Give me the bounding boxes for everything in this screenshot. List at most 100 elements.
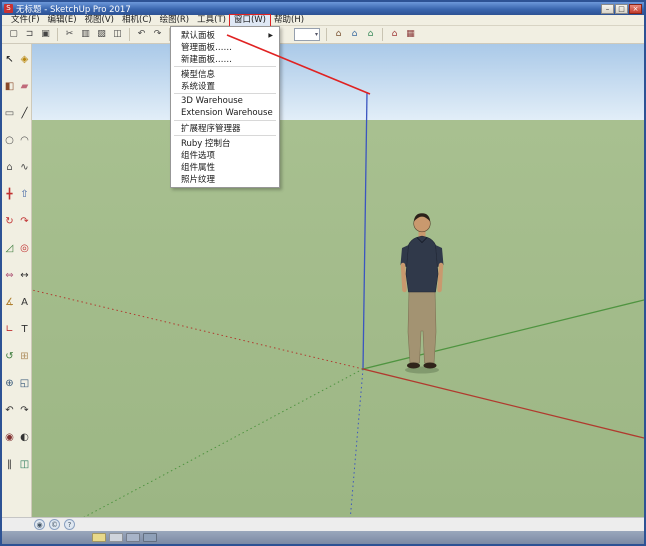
menu-draw[interactable]: 绘图(R) — [156, 15, 194, 26]
tool-section-plane-icon[interactable]: ◫ — [18, 458, 32, 472]
tool-eraser-icon[interactable]: ▰ — [18, 80, 32, 94]
save-icon[interactable]: ▣ — [38, 27, 53, 42]
menu-item-ruby-console[interactable]: Ruby 控制台 — [172, 137, 278, 149]
menu-separator — [174, 66, 276, 67]
tool-palette: ↖◈◧▰▭╱○◠⌂∿╋⇧↻↷◿◎⇔↔∡A∟T↺⊞⊕◱↶↷◉◐‖◫ — [2, 44, 32, 517]
tool-tape-measure-icon[interactable]: ⇔ — [3, 269, 17, 283]
tool-make-component-icon[interactable]: ◈ — [18, 53, 32, 67]
menu-item-label: Extension Warehouse — [181, 108, 273, 118]
menu-item-default-tray[interactable]: 默认面板▶ — [172, 29, 278, 41]
taskbar — [2, 531, 644, 544]
taskbar-item-2[interactable] — [109, 533, 123, 542]
person-forearm-right — [440, 265, 442, 290]
tool-position-camera-icon[interactable]: ◉ — [3, 431, 17, 445]
share-component-icon[interactable]: ⌂ — [363, 27, 378, 42]
copy-icon[interactable]: ▥ — [78, 27, 93, 42]
minimize-button[interactable]: – — [601, 4, 614, 14]
menu-file[interactable]: 文件(F) — [7, 15, 44, 26]
menu-item-label: 模型信息 — [181, 68, 273, 80]
undo-icon[interactable]: ↶ — [134, 27, 149, 42]
maximize-button[interactable]: □ — [615, 4, 628, 14]
tool-next-icon[interactable]: ↷ — [18, 404, 32, 418]
menu-edit[interactable]: 编辑(E) — [44, 15, 81, 26]
tool-protractor-icon[interactable]: ∡ — [3, 296, 17, 310]
taskbar-item-3[interactable] — [126, 533, 140, 542]
person-figure[interactable] — [401, 213, 444, 373]
tool-zoom-extents-icon[interactable]: ◱ — [18, 377, 32, 391]
person-pants — [408, 290, 436, 363]
axis-red-solid — [363, 369, 644, 439]
tool-rotate-icon[interactable]: ↻ — [3, 215, 17, 229]
menu-item-label: 系统设置 — [181, 80, 273, 92]
tool-rectangle-icon[interactable]: ▭ — [3, 107, 17, 121]
menu-view[interactable]: 视图(V) — [81, 15, 118, 26]
combo-arrow-icon: ▾ — [315, 31, 318, 38]
menu-item-label: 3D Warehouse — [181, 96, 273, 106]
title-bar[interactable]: S 无标题 - SketchUp Pro 2017 – □ × — [2, 2, 644, 15]
menu-help[interactable]: 帮助(H) — [270, 15, 308, 26]
tool-pan-icon[interactable]: ⊞ — [18, 350, 32, 364]
open-icon[interactable]: ⊐ — [22, 27, 37, 42]
style-combo[interactable]: ▾ — [294, 28, 320, 41]
credits-icon[interactable]: © — [49, 519, 60, 530]
menu-bar: 文件(F)编辑(E)视图(V)相机(C)绘图(R)工具(T)窗口(W)帮助(H) — [2, 15, 644, 26]
tool-previous-icon[interactable]: ↶ — [3, 404, 17, 418]
menu-window[interactable]: 窗口(W) — [230, 15, 270, 26]
redo-icon[interactable]: ↷ — [150, 27, 165, 42]
menu-item-label: 组件选项 — [181, 149, 273, 161]
sketchup-window: S 无标题 - SketchUp Pro 2017 – □ × 文件(F)编辑(… — [0, 0, 646, 546]
tool-walk-icon[interactable]: ‖ — [3, 458, 17, 472]
geolocation-icon[interactable]: ◉ — [34, 519, 45, 530]
paste-icon[interactable]: ▨ — [94, 27, 109, 42]
axis-blue-dotted — [350, 369, 363, 517]
menu-tools[interactable]: 工具(T) — [193, 15, 230, 26]
menu-item-model-info[interactable]: 模型信息 — [172, 68, 278, 80]
tool-push-pull-icon[interactable]: ⇧ — [18, 188, 32, 202]
tool-arc-icon[interactable]: ◠ — [18, 134, 32, 148]
erase-icon[interactable]: ◫ — [110, 27, 125, 42]
extension-warehouse-icon[interactable]: ▦ — [403, 27, 418, 42]
tool-3d-text-icon[interactable]: T — [18, 323, 32, 337]
menu-item-preferences[interactable]: 系统设置 — [172, 80, 278, 92]
tool-orbit-icon[interactable]: ↺ — [3, 350, 17, 364]
menu-camera[interactable]: 相机(C) — [118, 15, 156, 26]
menu-item-component-options[interactable]: 组件选项 — [172, 149, 278, 161]
tool-dimension-icon[interactable]: ↔ — [18, 269, 32, 283]
taskbar-item-4[interactable] — [143, 533, 157, 542]
tool-paint-bucket-icon[interactable]: ◧ — [3, 80, 17, 94]
menu-item-component-attributes[interactable]: 组件属性 — [172, 161, 278, 173]
new-icon[interactable]: ▢ — [6, 27, 21, 42]
tool-text-icon[interactable]: A — [18, 296, 32, 310]
tool-look-around-icon[interactable]: ◐ — [18, 431, 32, 445]
menu-item-extension-warehouse[interactable]: Extension Warehouse — [172, 107, 278, 119]
tool-scale-icon[interactable]: ◿ — [3, 242, 17, 256]
tool-follow-me-icon[interactable]: ↷ — [18, 215, 32, 229]
share-model-icon[interactable]: ⌂ — [347, 27, 362, 42]
taskbar-item-1[interactable] — [92, 533, 106, 542]
tool-move-icon[interactable]: ╋ — [3, 188, 17, 202]
tool-axes-icon[interactable]: ∟ — [3, 323, 17, 337]
menu-item-extension-manager[interactable]: 扩展程序管理器 — [172, 122, 278, 134]
main-area: ↖◈◧▰▭╱○◠⌂∿╋⇧↻↷◿◎⇔↔∡A∟T↺⊞⊕◱↶↷◉◐‖◫ — [2, 44, 644, 517]
menu-item-photo-textures[interactable]: 照片纹理 — [172, 173, 278, 185]
menu-item-3d-warehouse[interactable]: 3D Warehouse — [172, 95, 278, 107]
tool-offset-icon[interactable]: ◎ — [18, 242, 32, 256]
menu-item-label: 管理面板…… — [181, 41, 273, 53]
menu-item-manage-trays[interactable]: 管理面板…… — [172, 41, 278, 53]
cut-icon[interactable]: ✂ — [62, 27, 77, 42]
help-icon[interactable]: ? — [64, 519, 75, 530]
menu-separator — [174, 135, 276, 136]
tool-freehand-icon[interactable]: ∿ — [18, 161, 32, 175]
tool-select-icon[interactable]: ↖ — [3, 53, 17, 67]
tool-zoom-icon[interactable]: ⊕ — [3, 377, 17, 391]
close-button[interactable]: × — [629, 4, 642, 14]
viewport[interactable] — [32, 44, 644, 517]
submenu-arrow-icon: ▶ — [268, 32, 273, 39]
tool-polygon-icon[interactable]: ⌂ — [3, 161, 17, 175]
menu-item-new-tray[interactable]: 新建面板…… — [172, 53, 278, 65]
tool-circle-icon[interactable]: ○ — [3, 134, 17, 148]
tool-line-icon[interactable]: ╱ — [18, 107, 32, 121]
get-models-icon[interactable]: ⌂ — [331, 27, 346, 42]
menu-item-label: 默认面板 — [181, 29, 268, 41]
3d-warehouse-icon[interactable]: ⌂ — [387, 27, 402, 42]
